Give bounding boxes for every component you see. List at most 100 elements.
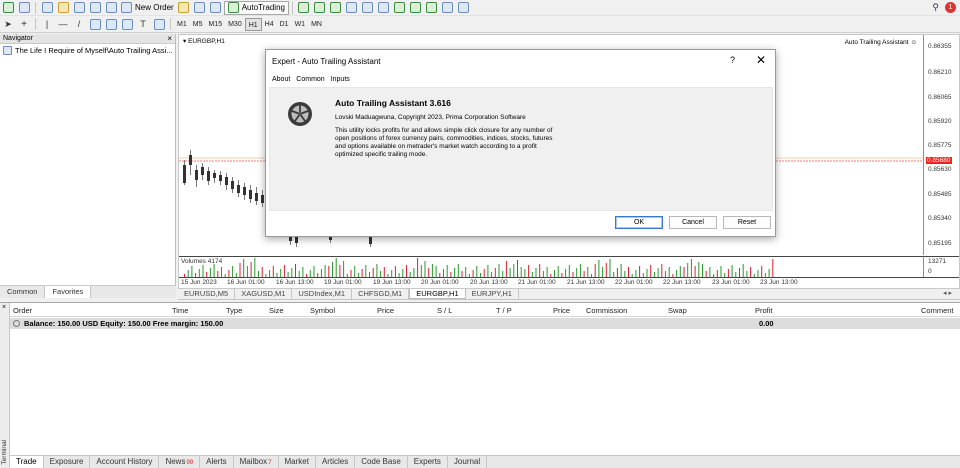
column-commission[interactable]: Commission [586, 306, 627, 315]
timeframe-m5[interactable]: M5 [190, 18, 206, 31]
shapes-icon[interactable] [120, 17, 134, 31]
column-tp[interactable]: T / P [496, 306, 512, 315]
metaeditor-icon[interactable] [177, 1, 191, 15]
tab-mailbox[interactable]: Mailbox7 [234, 456, 279, 468]
signals-icon[interactable] [193, 1, 207, 15]
zoom-in-icon[interactable] [345, 1, 359, 15]
price-label: 0.86065 [928, 94, 952, 101]
text-icon[interactable]: T [136, 17, 150, 31]
data-window-icon[interactable] [72, 1, 86, 15]
tab-common[interactable]: Common [296, 76, 324, 83]
tab-common[interactable]: Common [0, 286, 46, 298]
chart-tabs-scroll-arrows[interactable]: ◂ ▸ [943, 289, 960, 299]
timeframe-w1[interactable]: W1 [292, 18, 309, 31]
timeframe-h1[interactable]: H1 [244, 17, 262, 31]
trendline-icon[interactable]: / [72, 17, 86, 31]
navigator-icon[interactable] [56, 1, 70, 15]
fibonacci-icon[interactable] [104, 17, 118, 31]
tab-articles[interactable]: Articles [316, 456, 356, 468]
timeframe-h4[interactable]: H4 [262, 18, 277, 31]
chart-tab-chfsgd[interactable]: CHFSGD,M1 [352, 289, 410, 299]
column-order[interactable]: Order [13, 306, 32, 315]
market-watch-icon[interactable] [40, 1, 54, 15]
balance-row[interactable]: Balance: 150.00 USD Equity: 150.00 Free … [10, 318, 960, 329]
column-time[interactable]: Time [172, 306, 188, 315]
arrows-icon[interactable] [152, 17, 166, 31]
line-chart-icon[interactable] [329, 1, 343, 15]
auto-scroll-icon[interactable] [393, 1, 407, 15]
chart-tab-eurjpy[interactable]: EURJPY,H1 [466, 289, 519, 299]
search-icon[interactable]: ⚲ [932, 2, 939, 13]
navigator-panel: Navigator × The Life I Require of Myself… [0, 34, 176, 298]
timeframe-mn[interactable]: MN [308, 18, 325, 31]
tab-journal[interactable]: Journal [448, 456, 488, 468]
column-symbol[interactable]: Symbol [310, 306, 335, 315]
new-chart-icon[interactable] [1, 1, 15, 15]
new-order-button[interactable]: New Order [119, 2, 176, 13]
tab-trade[interactable]: Trade [10, 456, 44, 468]
templates-icon[interactable] [457, 1, 471, 15]
bar-chart-icon[interactable] [297, 1, 311, 15]
cancel-button[interactable]: Cancel [669, 216, 717, 229]
notifications-icon[interactable]: 1 [945, 2, 956, 13]
navigator-item-expert[interactable]: The Life I Require of Myself\Auto Traili… [0, 44, 175, 57]
column-price[interactable]: Price [377, 306, 394, 315]
volume-bar [568, 265, 570, 277]
close-icon[interactable]: ✕ [756, 53, 766, 67]
navigator-close-icon[interactable]: × [167, 34, 172, 44]
column-swap[interactable]: Swap [668, 306, 687, 315]
tab-exposure[interactable]: Exposure [44, 456, 91, 468]
reset-button[interactable]: Reset [723, 216, 771, 229]
column-size[interactable]: Size [269, 306, 284, 315]
chart-shift-icon[interactable] [409, 1, 423, 15]
crosshair-icon[interactable]: + [17, 17, 31, 31]
horizontal-line-icon[interactable]: — [56, 17, 70, 31]
periods-icon[interactable] [441, 1, 455, 15]
dialog-titlebar[interactable]: Expert - Auto Trailing Assistant ? ✕ [266, 50, 775, 71]
tester-icon[interactable] [104, 1, 118, 15]
column-price-current[interactable]: Price [553, 306, 570, 315]
tab-inputs[interactable]: Inputs [331, 76, 350, 83]
candlestick-icon[interactable] [313, 1, 327, 15]
column-sl[interactable]: S / L [437, 306, 452, 315]
chart-tab-eurusd[interactable]: EURUSD,M5 [178, 289, 236, 299]
terminal-icon[interactable] [88, 1, 102, 15]
volume-bar [402, 269, 404, 277]
ok-button[interactable]: OK [615, 216, 663, 229]
vps-icon[interactable] [209, 1, 223, 15]
chart-tab-eurgbp[interactable]: EURGBP,H1 [409, 289, 466, 299]
indicators-icon[interactable] [425, 1, 439, 15]
column-type[interactable]: Type [226, 306, 242, 315]
channel-icon[interactable] [88, 17, 102, 31]
timeframe-d1[interactable]: D1 [277, 18, 292, 31]
vertical-line-icon[interactable]: | [40, 17, 54, 31]
zoom-out-icon[interactable] [361, 1, 375, 15]
tab-account-history[interactable]: Account History [90, 456, 160, 468]
volume-bar [328, 266, 330, 277]
timeframe-m15[interactable]: M15 [205, 18, 225, 31]
volume-bar [661, 264, 663, 277]
column-comment[interactable]: Comment [921, 306, 954, 315]
column-profit[interactable]: Profit [755, 306, 773, 315]
tab-alerts[interactable]: Alerts [200, 456, 234, 468]
timeframe-m1[interactable]: M1 [174, 18, 190, 31]
tab-favorites[interactable]: Favorites [45, 286, 92, 298]
time-label: 23 Jun 13:00 [760, 279, 798, 286]
timeframe-m30[interactable]: M30 [225, 18, 245, 31]
volume-bar [261, 267, 263, 277]
tab-code-base[interactable]: Code Base [355, 456, 408, 468]
help-icon[interactable]: ? [730, 55, 735, 65]
tab-news[interactable]: News99 [159, 456, 201, 468]
chart-tab-xagusd[interactable]: XAGUSD,M1 [235, 289, 293, 299]
tile-windows-icon[interactable] [377, 1, 391, 15]
chart-tab-usdindex[interactable]: USDIndex,M1 [292, 289, 353, 299]
terminal-close-icon[interactable]: × [2, 304, 6, 311]
tab-about[interactable]: About [272, 76, 290, 83]
tab-experts[interactable]: Experts [408, 456, 448, 468]
time-label: 22 Jun 13:00 [663, 279, 701, 286]
cursor-icon[interactable]: ➤ [1, 17, 15, 31]
profiles-icon[interactable] [17, 1, 31, 15]
autotrading-button[interactable]: AutoTrading [223, 0, 289, 15]
tab-market[interactable]: Market [279, 456, 316, 468]
navigator-title: Navigator [0, 34, 175, 44]
